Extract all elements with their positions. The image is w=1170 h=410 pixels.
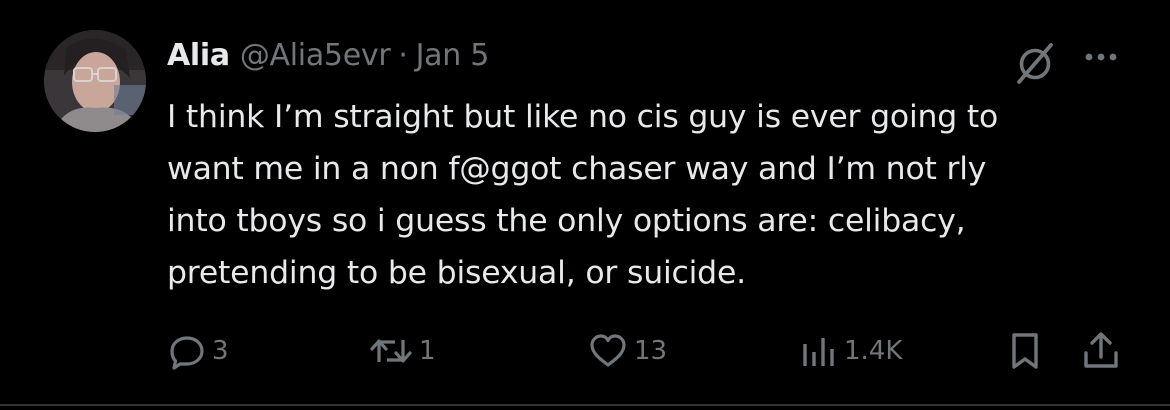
tweet[interactable]: Alia @Alia5evr · Jan 5 I think I’m strai…	[0, 0, 1170, 410]
bookmark-icon	[1012, 333, 1038, 369]
views-button[interactable]: 1.4K	[800, 326, 902, 376]
tweet-text-line: pretending to be bisexual, or suicide.	[167, 255, 746, 291]
reply-button[interactable]: 3	[168, 326, 229, 376]
repost-count: 1	[419, 336, 436, 366]
tweet-text-line: into tboys so i guess the only options a…	[167, 203, 966, 239]
views-icon	[803, 338, 834, 366]
like-count: 13	[634, 336, 668, 366]
repost-button[interactable]: 1	[369, 326, 436, 376]
views-count: 1.4K	[844, 336, 903, 366]
more-icon[interactable]	[1080, 42, 1124, 72]
tweet-header: Alia @Alia5evr · Jan 5	[167, 38, 489, 78]
divider	[0, 404, 1170, 406]
grok-icon[interactable]	[1012, 40, 1058, 86]
avatar-image	[44, 30, 146, 132]
author-name[interactable]: Alia	[167, 38, 230, 73]
tweet-date[interactable]: Jan 5	[416, 38, 490, 73]
bookmark-button[interactable]	[1008, 326, 1042, 376]
action-bar: 3 1 13 1.4K	[0, 326, 1170, 376]
like-icon	[590, 334, 626, 367]
tweet-text-line: I think I’m straight but like no cis guy…	[167, 99, 999, 135]
header-separator: ·	[398, 38, 408, 73]
share-button[interactable]	[1082, 326, 1120, 376]
share-icon	[1084, 332, 1118, 368]
author-handle[interactable]: @Alia5evr	[240, 38, 391, 73]
repost-icon	[370, 339, 412, 363]
reply-icon	[170, 336, 204, 370]
like-button[interactable]: 13	[588, 326, 667, 376]
avatar[interactable]	[44, 30, 146, 132]
reply-count: 3	[212, 336, 229, 366]
tweet-text: I think I’m straight but like no cis guy…	[167, 91, 1127, 299]
tweet-text-line: want me in a non f@ggot chaser way and I…	[167, 151, 987, 187]
